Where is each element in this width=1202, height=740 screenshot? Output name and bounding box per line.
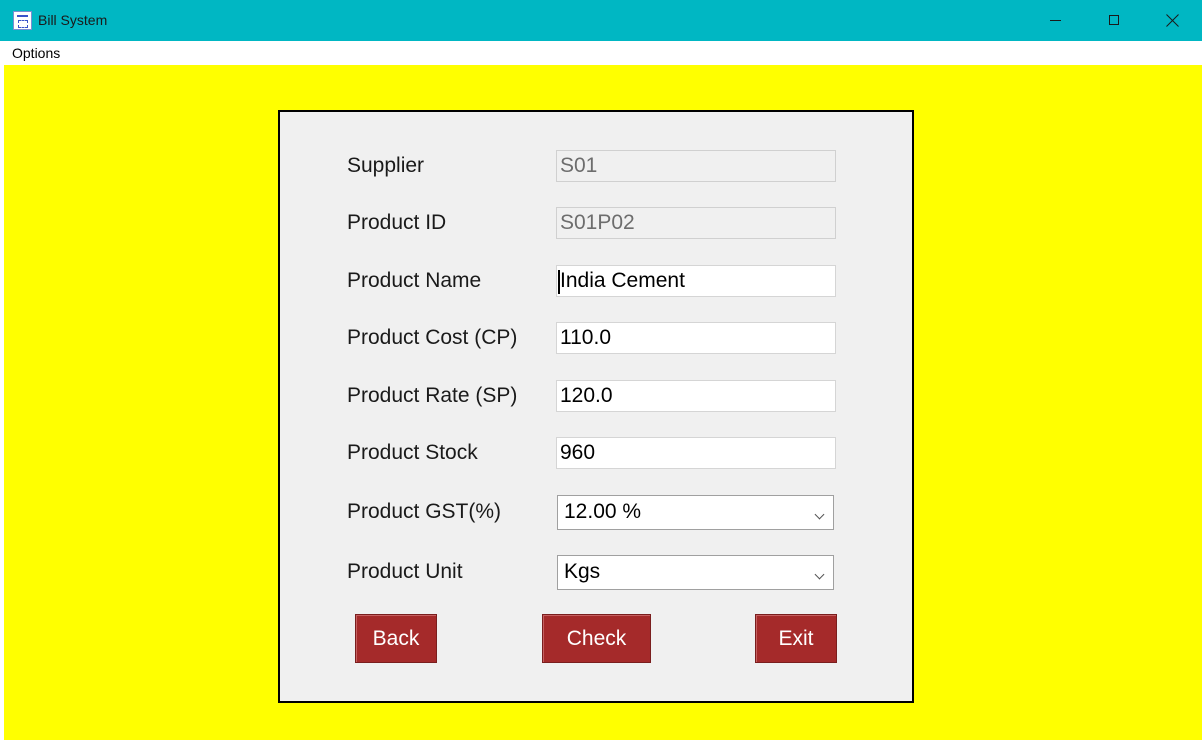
- product-name-label: Product Name: [347, 269, 482, 292]
- window-title: Bill System: [38, 12, 108, 28]
- close-button[interactable]: [1143, 0, 1201, 41]
- product-unit-value: Kgs: [564, 560, 601, 583]
- product-cost-label: Product Cost (CP): [347, 326, 518, 349]
- menu-options[interactable]: Options: [12, 45, 60, 61]
- chevron-down-icon[interactable]: [814, 569, 825, 580]
- maximize-icon: [1109, 15, 1119, 25]
- product-unit-select[interactable]: Kgs: [557, 555, 834, 590]
- back-button[interactable]: Back: [355, 614, 437, 663]
- text-cursor: [558, 270, 560, 294]
- product-stock-field[interactable]: 960: [556, 437, 836, 469]
- product-rate-label: Product Rate (SP): [347, 384, 518, 407]
- minimize-icon: [1050, 20, 1061, 21]
- product-gst-select[interactable]: 12.00 %: [557, 495, 834, 530]
- menu-bar: Options: [0, 41, 1202, 65]
- maximize-button[interactable]: [1085, 0, 1143, 41]
- check-button[interactable]: Check: [542, 614, 651, 663]
- product-rate-field[interactable]: 120.0: [556, 380, 836, 412]
- product-id-label: Product ID: [347, 211, 447, 234]
- product-id-field: S01P02: [556, 207, 836, 239]
- product-gst-label: Product GST(%): [347, 500, 502, 523]
- product-stock-label: Product Stock: [347, 441, 478, 464]
- supplier-label: Supplier: [347, 154, 425, 177]
- product-gst-value: 12.00 %: [564, 500, 642, 523]
- chevron-down-icon[interactable]: [814, 509, 825, 520]
- product-name-field[interactable]: India Cement: [556, 265, 836, 297]
- title-bar: Bill System: [0, 0, 1202, 41]
- app-logo-icon[interactable]: [13, 11, 32, 30]
- close-icon: [1166, 14, 1179, 27]
- minimize-button[interactable]: [1027, 0, 1085, 41]
- product-cost-field[interactable]: 110.0: [556, 322, 836, 354]
- supplier-field: S01: [556, 150, 836, 182]
- exit-button[interactable]: Exit: [755, 614, 837, 663]
- product-unit-label: Product Unit: [347, 560, 463, 583]
